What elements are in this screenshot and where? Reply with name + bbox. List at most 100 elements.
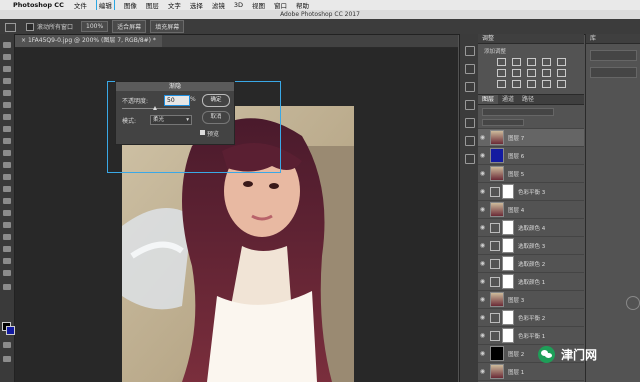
hand-tool-icon[interactable] xyxy=(5,23,16,32)
document-tab[interactable]: × 1FA45Q9-0.jpg @ 200% (图层 7, RGB/8#) * xyxy=(15,35,162,47)
eyedropper-tool-icon[interactable] xyxy=(3,102,11,108)
history-icon[interactable] xyxy=(465,46,475,56)
layer-mask-thumbnail[interactable] xyxy=(502,328,514,343)
layer-thumbnail[interactable] xyxy=(490,130,504,145)
gradient-tool-icon[interactable] xyxy=(3,174,11,180)
threshold-icon[interactable] xyxy=(526,80,536,88)
menu-select[interactable]: 选择 xyxy=(190,0,203,10)
opacity-input[interactable]: 50 xyxy=(164,95,190,106)
layer-row[interactable]: ◉ 选取颜色 4 xyxy=(478,219,584,237)
marquee-tool-icon[interactable] xyxy=(3,54,11,60)
layer-thumbnail[interactable] xyxy=(490,346,504,361)
layer-row[interactable]: ◉ 图层 3 xyxy=(478,291,584,309)
gradient-map-icon[interactable] xyxy=(541,80,551,88)
more-tools-icon[interactable] xyxy=(3,284,11,290)
layer-row[interactable]: ◉ 选取颜色 2 xyxy=(478,255,584,273)
zoom-100-button[interactable]: 100% xyxy=(81,21,109,32)
crop-tool-icon[interactable] xyxy=(3,90,11,96)
cancel-button[interactable]: 取消 xyxy=(202,111,230,124)
invert-icon[interactable] xyxy=(496,80,506,88)
levels-icon[interactable] xyxy=(511,58,521,66)
quick-mask-icon[interactable] xyxy=(3,342,11,348)
blend-mode-select[interactable] xyxy=(482,119,524,126)
eye-visibility-icon[interactable]: ◉ xyxy=(478,206,487,213)
3d-icon[interactable] xyxy=(465,136,475,146)
layer-row[interactable]: ◉ 选取颜色 1 xyxy=(478,273,584,291)
lasso-tool-icon[interactable] xyxy=(3,66,11,72)
menu-filter[interactable]: 滤镜 xyxy=(212,0,225,10)
channel-mixer-icon[interactable] xyxy=(556,69,566,77)
menu-window[interactable]: 窗口 xyxy=(274,0,287,10)
photo-filter-icon[interactable] xyxy=(541,69,551,77)
menu-layer[interactable]: 图层 xyxy=(146,0,159,10)
layer-mask-thumbnail[interactable] xyxy=(502,184,514,199)
app-menu[interactable]: Photoshop CC xyxy=(13,1,64,9)
menu-type[interactable]: 文字 xyxy=(168,0,181,10)
layer-row[interactable]: ◉ 图层 4 xyxy=(478,201,584,219)
eye-visibility-icon[interactable]: ◉ xyxy=(478,134,487,141)
opacity-slider-thumb[interactable] xyxy=(153,106,157,110)
menu-view[interactable]: 视图 xyxy=(252,0,265,10)
layer-filter-select[interactable] xyxy=(482,108,554,116)
quick-select-tool-icon[interactable] xyxy=(3,78,11,84)
tab-paths[interactable]: 路径 xyxy=(518,95,538,104)
layer-thumbnail[interactable] xyxy=(490,292,504,307)
scroll-all-checkbox[interactable] xyxy=(26,22,34,31)
libraries-tab[interactable]: 库 xyxy=(586,34,640,44)
preview-checkbox[interactable] xyxy=(200,130,205,135)
clone-stamp-tool-icon[interactable] xyxy=(3,138,11,144)
layer-row[interactable]: ◉ 色彩平衡 2 xyxy=(478,309,584,327)
menu-help[interactable]: 帮助 xyxy=(296,0,309,10)
layer-thumbnail[interactable] xyxy=(490,166,504,181)
adjustments-tab[interactable]: 调整 xyxy=(478,34,584,44)
shape-tool-icon[interactable] xyxy=(3,246,11,252)
eye-visibility-icon[interactable]: ◉ xyxy=(478,332,487,339)
healing-tool-icon[interactable] xyxy=(3,114,11,120)
library-select[interactable] xyxy=(590,50,637,61)
path-select-tool-icon[interactable] xyxy=(3,234,11,240)
hue-saturation-icon[interactable] xyxy=(496,69,506,77)
layer-row[interactable]: ◉ 选取颜色 3 xyxy=(478,237,584,255)
pen-tool-icon[interactable] xyxy=(3,210,11,216)
history-brush-tool-icon[interactable] xyxy=(3,150,11,156)
layer-mask-thumbnail[interactable] xyxy=(502,274,514,289)
brightness-icon[interactable] xyxy=(496,58,506,66)
type-tool-icon[interactable] xyxy=(3,222,11,228)
screen-mode-icon[interactable] xyxy=(3,356,11,362)
layer-row[interactable]: ◉ 图层 5 xyxy=(478,165,584,183)
eye-visibility-icon[interactable]: ◉ xyxy=(478,152,487,159)
layer-mask-thumbnail[interactable] xyxy=(502,238,514,253)
eye-visibility-icon[interactable]: ◉ xyxy=(478,350,487,357)
layer-mask-thumbnail[interactable] xyxy=(502,220,514,235)
eye-visibility-icon[interactable]: ◉ xyxy=(478,188,487,195)
fill-screen-button[interactable]: 填充屏幕 xyxy=(150,20,185,33)
eye-visibility-icon[interactable]: ◉ xyxy=(478,224,487,231)
swatches-icon[interactable] xyxy=(465,82,475,92)
move-tool-icon[interactable] xyxy=(3,42,11,48)
eye-visibility-icon[interactable]: ◉ xyxy=(478,260,487,267)
vibrance-icon[interactable] xyxy=(556,58,566,66)
dodge-tool-icon[interactable] xyxy=(3,198,11,204)
close-icon[interactable]: × xyxy=(21,37,26,44)
eye-visibility-icon[interactable]: ◉ xyxy=(478,170,487,177)
curves-icon[interactable] xyxy=(526,58,536,66)
layer-thumbnail[interactable] xyxy=(490,202,504,217)
zoom-tool-icon[interactable] xyxy=(3,270,11,276)
tab-channels[interactable]: 通道 xyxy=(498,95,518,104)
library-search-input[interactable] xyxy=(590,67,637,78)
posterize-icon[interactable] xyxy=(511,80,521,88)
layer-thumbnail[interactable] xyxy=(490,148,504,163)
layer-row[interactable]: ◉ 图层 7 xyxy=(478,129,584,147)
menu-3d[interactable]: 3D xyxy=(234,1,243,9)
color-balance-icon[interactable] xyxy=(511,69,521,77)
layer-row[interactable]: ◉ 色彩平衡 3 xyxy=(478,183,584,201)
brush-settings-icon[interactable] xyxy=(465,100,475,110)
background-color-swatch[interactable] xyxy=(6,326,15,335)
eye-visibility-icon[interactable]: ◉ xyxy=(478,242,487,249)
paragraph-icon[interactable] xyxy=(465,118,475,128)
layer-mask-thumbnail[interactable] xyxy=(502,310,514,325)
ok-button[interactable]: 确定 xyxy=(202,94,230,107)
properties-icon[interactable] xyxy=(465,64,475,74)
selective-color-icon[interactable] xyxy=(556,80,566,88)
eraser-tool-icon[interactable] xyxy=(3,162,11,168)
